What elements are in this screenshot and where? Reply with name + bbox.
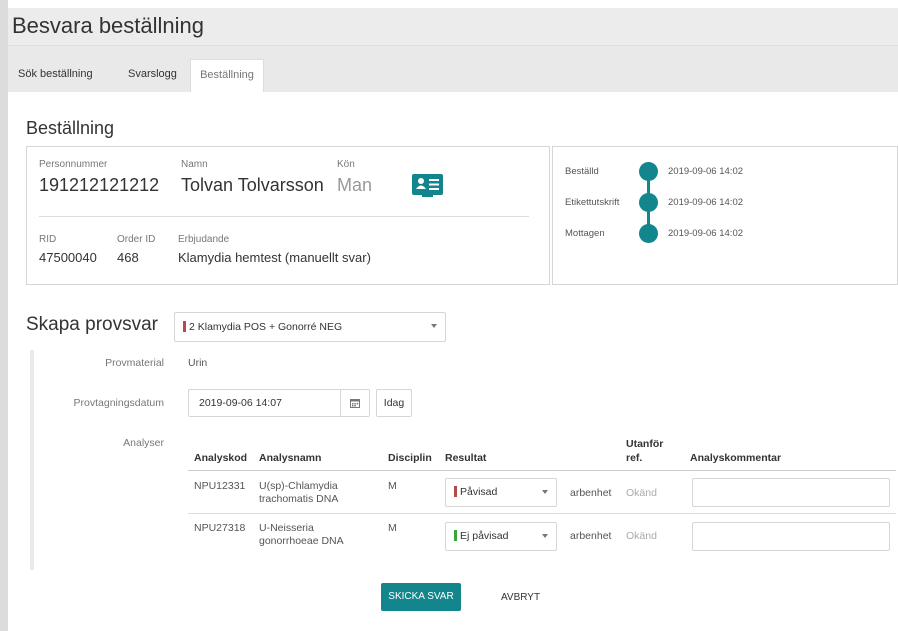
cell-analysnamn-line: trachomatis DNA — [259, 493, 339, 505]
resultat-select[interactable]: Ej påvisad — [445, 522, 557, 551]
main-content: Beställning Personnummer 191212121212 Na… — [8, 92, 898, 631]
resultat-value: Påvisad — [460, 486, 498, 498]
resultat-select[interactable]: Påvisad — [445, 478, 557, 507]
th-resultat: Resultat — [445, 452, 487, 464]
avbryt-button[interactable]: AVBRYT — [501, 592, 540, 603]
skicka-svar-button[interactable]: SKICKA SVAR — [381, 583, 461, 611]
provtagningsdatum-input[interactable]: 2019-09-06 14:07 — [188, 389, 370, 417]
th-analyskod: Analyskod — [194, 452, 248, 464]
negative-marker — [454, 530, 457, 541]
template-select[interactable]: 2 Klamydia POS + Gonorré NEG — [174, 312, 446, 342]
provtagningsdatum-label: Provtagningsdatum — [73, 397, 164, 409]
section-indent-bar — [30, 350, 34, 570]
template-select-value: 2 Klamydia POS + Gonorré NEG — [189, 321, 343, 333]
namn-label: Namn — [181, 159, 208, 170]
timeline-card: Beställd 2019-09-06 14:02 Etikettutskrif… — [552, 146, 898, 285]
personnummer-label: Personnummer — [39, 159, 108, 170]
timeline-time: 2019-09-06 14:02 — [668, 197, 744, 208]
erbjudande-value: Klamydia hemtest (manuellt svar) — [178, 250, 371, 265]
tab-sok-bestallning[interactable]: Sök beställning — [18, 59, 93, 92]
th-disciplin: Disciplin — [388, 452, 432, 464]
cell-analyskod: NPU12331 — [194, 480, 246, 492]
cell-analysnamn-line: U-Neisseria — [259, 522, 314, 534]
calendar-icon[interactable] — [340, 390, 369, 416]
provmaterial-value: Urin — [188, 357, 208, 369]
order-info-card: Personnummer 191212121212 Namn Tolvan To… — [26, 146, 550, 285]
provsvar-section-title: Skapa provsvar — [26, 314, 159, 335]
cell-utanfor-ref: Okänd — [626, 530, 657, 542]
chevron-down-icon — [542, 533, 548, 538]
th-utanfor: Utanför — [626, 438, 664, 450]
idag-button[interactable]: Idag — [376, 389, 412, 417]
page-title: Besvara beställning — [12, 13, 205, 38]
cell-analysnamn-line: U(sp)-Chlamydia — [259, 480, 338, 492]
timeline-dot — [639, 162, 658, 181]
divider — [39, 216, 529, 217]
timeline-label: Mottagen — [565, 228, 605, 239]
kon-value: Man — [337, 175, 373, 195]
analyser-label: Analyser — [123, 437, 164, 449]
left-sidebar-strip — [0, 0, 8, 631]
chevron-down-icon — [542, 489, 548, 494]
cell-analysnamn-line: gonorrhoeae DNA — [259, 535, 344, 547]
timeline-dot — [639, 193, 658, 212]
table-header-divider — [188, 470, 896, 471]
cell-analysnamn: U(sp)-Chlamydia trachomatis DNA — [259, 480, 338, 506]
personnummer-value: 191212121212 — [39, 175, 160, 195]
cell-disciplin: M — [388, 480, 397, 492]
order-id-label: Order ID — [117, 234, 156, 245]
page-header: Besvara beställning — [8, 8, 898, 46]
positive-marker — [183, 321, 186, 332]
tab-bar: Sök beställning Svarslogg Beställning — [8, 46, 898, 93]
positive-marker — [454, 486, 457, 497]
timeline-label: Etikettutskrift — [565, 197, 620, 208]
timeline-time: 2019-09-06 14:02 — [668, 166, 744, 177]
rid-label: RID — [39, 234, 57, 245]
cell-analysnamn: U-Neisseria gonorrhoeae DNA — [259, 522, 344, 548]
provmaterial-label: Provmaterial — [105, 357, 164, 369]
timeline-dot — [639, 224, 658, 243]
timeline-label: Beställd — [565, 166, 599, 177]
cell-analyskod: NPU27318 — [194, 522, 246, 534]
analyskommentar-input[interactable] — [692, 522, 890, 551]
rid-value: 47500040 — [39, 250, 97, 265]
th-utanfor-ref: ref. — [626, 452, 643, 464]
tab-bestallning[interactable]: Beställning — [190, 59, 264, 93]
order-section-title: Beställning — [26, 118, 115, 138]
row-divider — [188, 513, 896, 514]
kon-label: Kön — [337, 159, 355, 170]
id-card-icon[interactable] — [412, 174, 443, 197]
th-analysnamn: Analysnamn — [259, 452, 322, 464]
analyskommentar-input[interactable] — [692, 478, 890, 507]
provtagningsdatum-value: 2019-09-06 14:07 — [199, 397, 282, 409]
resultat-value: Ej påvisad — [460, 530, 509, 542]
chevron-down-icon — [431, 324, 437, 328]
erbjudande-label: Erbjudande — [178, 234, 230, 245]
th-analyskommentar: Analyskommentar — [690, 452, 782, 464]
tab-svarslogg[interactable]: Svarslogg — [128, 59, 177, 92]
namn-value: Tolvan Tolvarsson — [181, 175, 324, 195]
cell-utanfor-ref: Okänd — [626, 487, 657, 499]
cell-enhet: arbenhet — [570, 487, 612, 499]
cell-disciplin: M — [388, 522, 397, 534]
cell-enhet: arbenhet — [570, 530, 612, 542]
order-id-value: 468 — [117, 250, 139, 265]
timeline-time: 2019-09-06 14:02 — [668, 228, 744, 239]
